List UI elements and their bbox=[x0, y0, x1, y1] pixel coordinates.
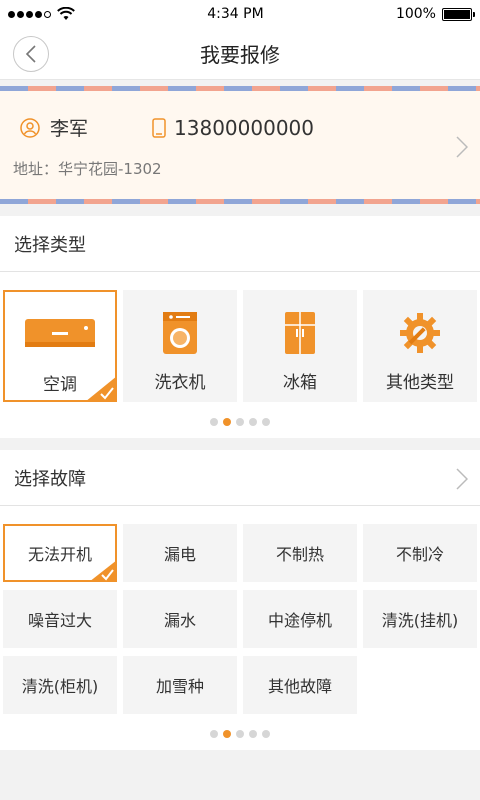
washing-machine-icon bbox=[162, 310, 198, 356]
spacer bbox=[0, 204, 480, 216]
status-left bbox=[8, 7, 75, 21]
category-tile-refrigerator[interactable]: 冰箱 bbox=[243, 290, 357, 402]
fault-label: 无法开机 bbox=[27, 545, 92, 564]
fault-tile[interactable]: 清洗(挂机) bbox=[363, 590, 477, 648]
fault-tile[interactable]: 不制热 bbox=[243, 524, 357, 582]
fault-label: 不制热 bbox=[275, 545, 324, 564]
fault-tile[interactable]: 清洗(柜机) bbox=[3, 656, 117, 714]
fault-label: 漏电 bbox=[163, 545, 196, 564]
fault-label: 清洗(柜机) bbox=[21, 677, 99, 696]
contact-row: 李军 13800000000 bbox=[20, 114, 440, 141]
airmail-border-top bbox=[0, 86, 480, 91]
pager-dot[interactable] bbox=[210, 418, 218, 426]
pager-dot[interactable] bbox=[236, 418, 244, 426]
phone-icon bbox=[152, 117, 166, 138]
category-grid: 空调 洗衣机 冰箱 其他类型 bbox=[3, 290, 477, 402]
category-section-header: 选择类型 bbox=[0, 216, 480, 272]
fault-section-header[interactable]: 选择故障 bbox=[0, 450, 480, 506]
wifi-icon bbox=[57, 7, 75, 20]
address-card[interactable]: 李军 13800000000 地址：华宁花园-1302 bbox=[0, 86, 480, 204]
status-time: 4:34 PM bbox=[207, 6, 264, 22]
contact-phone: 13800000000 bbox=[174, 115, 314, 140]
pager-dot[interactable] bbox=[262, 418, 270, 426]
category-label: 冰箱 bbox=[283, 373, 317, 393]
air-conditioner-icon bbox=[24, 312, 96, 358]
chevron-right-icon bbox=[456, 468, 468, 490]
battery-icon bbox=[441, 7, 475, 21]
nav-header: 我要报修 bbox=[0, 28, 480, 80]
spacer bbox=[0, 438, 480, 450]
fault-tile[interactable]: 中途停机 bbox=[243, 590, 357, 648]
fault-section-title: 选择故障 bbox=[14, 468, 86, 490]
fault-tile[interactable]: 漏水 bbox=[123, 590, 237, 648]
chevron-left-icon bbox=[25, 45, 36, 63]
chevron-right-icon bbox=[456, 136, 468, 158]
category-tile-washing-machine[interactable]: 洗衣机 bbox=[123, 290, 237, 402]
category-tile-air-conditioner[interactable]: 空调 bbox=[3, 290, 117, 402]
category-grid-wrap: 空调 洗衣机 冰箱 其他类型 bbox=[0, 272, 480, 402]
fault-label: 清洗(挂机) bbox=[381, 611, 459, 630]
status-bar: 4:34 PM 100% bbox=[0, 0, 480, 28]
fault-label: 噪音过大 bbox=[27, 611, 92, 630]
back-button[interactable] bbox=[13, 36, 49, 72]
fault-tile[interactable]: 其他故障 bbox=[243, 656, 357, 714]
signal-dots-icon bbox=[8, 10, 51, 18]
category-label: 其他类型 bbox=[386, 373, 454, 393]
pager-dot[interactable] bbox=[249, 418, 257, 426]
user-icon bbox=[20, 117, 40, 138]
contact-name: 李军 bbox=[50, 118, 89, 140]
pager-dot-active[interactable] bbox=[223, 730, 231, 738]
category-tile-other[interactable]: 其他类型 bbox=[363, 290, 477, 402]
category-section-title: 选择类型 bbox=[14, 234, 86, 256]
battery-percent: 100% bbox=[395, 6, 436, 22]
pager-dot[interactable] bbox=[210, 730, 218, 738]
pager-dot[interactable] bbox=[262, 730, 270, 738]
status-right: 100% bbox=[395, 6, 475, 22]
fault-grid-wrap: 无法开机 漏电 不制热 不制冷 噪音过大 漏水 中途停机 清洗(挂机) 清洗(柜… bbox=[0, 506, 480, 714]
category-label: 洗衣机 bbox=[154, 373, 206, 393]
fault-tile[interactable]: 无法开机 bbox=[3, 524, 117, 582]
checkmark-icon bbox=[89, 560, 117, 582]
fault-label: 不制冷 bbox=[395, 545, 444, 564]
fault-label: 加雪种 bbox=[155, 677, 204, 696]
category-label: 空调 bbox=[43, 375, 77, 395]
pager-dot[interactable] bbox=[236, 730, 244, 738]
fault-label: 中途停机 bbox=[267, 611, 332, 630]
pager-dot[interactable] bbox=[249, 730, 257, 738]
fault-tile[interactable]: 噪音过大 bbox=[3, 590, 117, 648]
phone-wrap: 13800000000 bbox=[152, 116, 314, 140]
checkmark-icon bbox=[85, 376, 117, 402]
fault-tile[interactable]: 不制冷 bbox=[363, 524, 477, 582]
page-title: 我要报修 bbox=[200, 43, 280, 67]
fault-label: 漏水 bbox=[163, 611, 196, 630]
fault-pager[interactable] bbox=[0, 714, 480, 750]
gear-wrench-icon bbox=[398, 310, 442, 356]
airmail-border-bottom bbox=[0, 199, 480, 204]
fault-tile[interactable]: 漏电 bbox=[123, 524, 237, 582]
refrigerator-icon bbox=[284, 310, 316, 356]
pager-dot-active[interactable] bbox=[223, 418, 231, 426]
fault-tile[interactable]: 加雪种 bbox=[123, 656, 237, 714]
fault-label: 其他故障 bbox=[267, 677, 332, 696]
address-line: 地址：华宁花园-1302 bbox=[13, 160, 162, 178]
fault-grid: 无法开机 漏电 不制热 不制冷 噪音过大 漏水 中途停机 清洗(挂机) 清洗(柜… bbox=[3, 524, 477, 714]
category-pager[interactable] bbox=[0, 402, 480, 438]
